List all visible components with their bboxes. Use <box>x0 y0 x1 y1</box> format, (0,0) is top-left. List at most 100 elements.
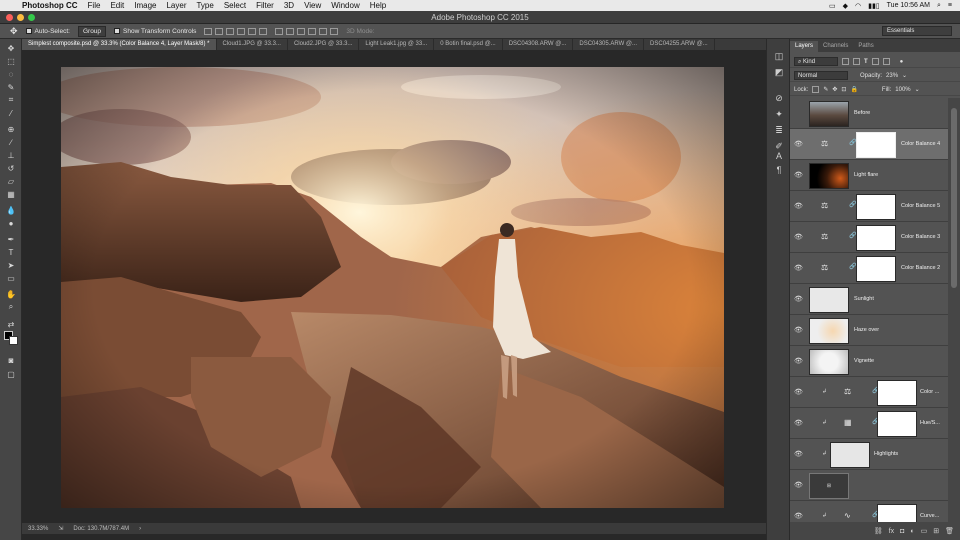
layer-name[interactable]: Curve... <box>920 513 939 519</box>
path-select-tool-icon[interactable]: ➤ <box>5 260 17 270</box>
layer-row-selected[interactable]: 👁 ⚖ 🔗 Color Balance 4 <box>790 129 948 160</box>
doc-tab[interactable]: 0 Botin final.psd @... <box>434 39 503 50</box>
layer-row[interactable]: 👁 ↲ ⚖ 🔗 Color ... <box>790 377 948 408</box>
marquee-tool-icon[interactable]: ⬚ <box>5 56 17 66</box>
align-right-icon[interactable] <box>259 27 268 35</box>
layer-row[interactable]: 👁 ⊞ <box>790 470 948 501</box>
lock-position-icon[interactable]: ✥ <box>832 86 837 93</box>
filter-pixel-icon[interactable] <box>842 58 849 65</box>
export-icon[interactable]: ⇲ <box>58 525 63 532</box>
gradient-tool-icon[interactable]: ▦ <box>5 189 17 199</box>
filter-adjustment-icon[interactable] <box>853 58 860 65</box>
status-menu-arrow-icon[interactable]: › <box>139 526 141 532</box>
quick-select-tool-icon[interactable]: ✎ <box>5 82 17 92</box>
paragraph-panel-icon[interactable]: ¶ <box>773 164 785 176</box>
new-layer-icon[interactable]: ⊞ <box>933 527 939 535</box>
layer-name[interactable]: Hue/S... <box>920 420 940 426</box>
shape-tool-icon[interactable]: ▭ <box>5 273 17 283</box>
swap-colors-icon[interactable]: ⇄ <box>5 319 17 329</box>
brush-tool-icon[interactable]: ∕ <box>5 137 17 147</box>
visibility-eye-icon[interactable]: 👁 <box>794 233 804 242</box>
visibility-eye-icon[interactable]: 👁 <box>794 171 804 180</box>
layer-list-scrollbar[interactable] <box>948 98 960 522</box>
layer-name[interactable]: Color ... <box>920 389 939 395</box>
doc-tab[interactable]: DSC04308.ARW @... <box>503 39 574 50</box>
menu-view[interactable]: View <box>304 1 321 10</box>
layer-name[interactable]: Haze over <box>854 327 879 333</box>
layer-row[interactable]: 👁 ⚖ 🔗 Color Balance 5 <box>790 191 948 222</box>
visibility-eye-icon[interactable]: 👁 <box>794 419 804 428</box>
layer-mask-thumbnail[interactable] <box>877 380 917 406</box>
visibility-eye-icon[interactable]: 👁 <box>794 326 804 335</box>
layer-row[interactable]: 👁 Sunlight <box>790 284 948 315</box>
layer-name[interactable]: Highlights <box>874 451 898 457</box>
align-top-icon[interactable] <box>204 27 213 35</box>
filter-type-icon[interactable]: T <box>864 59 868 65</box>
new-adjustment-icon[interactable]: ◐ <box>910 528 914 535</box>
filter-shape-icon[interactable] <box>871 58 879 65</box>
visibility-eye-icon[interactable]: 👁 <box>794 295 804 304</box>
move-tool-icon[interactable]: ✥ <box>10 26 18 37</box>
layer-mask-thumbnail[interactable] <box>856 132 896 158</box>
zoom-level[interactable]: 33.33% <box>28 526 48 532</box>
workspace-dropdown[interactable]: Essentials <box>882 26 952 36</box>
menu-file[interactable]: File <box>88 1 101 10</box>
quick-mask-icon[interactable]: ◙ <box>5 355 17 365</box>
pen-tool-icon[interactable]: ✒ <box>5 234 17 244</box>
layer-mask-thumbnail[interactable] <box>856 256 896 282</box>
menu-clock[interactable]: Tue 10:56 AM <box>887 2 930 9</box>
lasso-tool-icon[interactable]: ◌ <box>5 69 17 79</box>
list-icon[interactable]: ≡ <box>948 2 952 9</box>
layer-row[interactable]: 👁 ↲ ▦ 🔗 Hue/S... <box>790 408 948 439</box>
layer-name[interactable]: Vignette <box>854 358 874 364</box>
visibility-eye-icon[interactable]: 👁 <box>794 450 804 459</box>
distribute-top-icon[interactable] <box>275 27 284 35</box>
type-tool-icon[interactable]: T <box>5 247 17 257</box>
layer-name[interactable]: Color Balance 4 <box>901 141 940 147</box>
layer-row[interactable]: 👁 ↲ ∿ 🔗 Curve... <box>790 501 948 522</box>
doc-tab[interactable]: Light Leak1.jpg @ 33... <box>359 39 435 50</box>
menu-app-name[interactable]: Photoshop CC <box>22 1 78 10</box>
visibility-eye-icon[interactable]: 👁 <box>794 512 804 521</box>
visibility-eye-icon[interactable]: 👁 <box>794 202 804 211</box>
menu-3d[interactable]: 3D <box>284 1 294 10</box>
history-brush-tool-icon[interactable]: ↺ <box>5 163 17 173</box>
battery-icon[interactable]: ▮▮▯ <box>868 2 880 10</box>
visibility-eye-icon[interactable]: 👁 <box>794 481 804 490</box>
layer-mask-thumbnail[interactable] <box>856 194 896 220</box>
menu-image[interactable]: Image <box>134 1 156 10</box>
visibility-eye-icon[interactable]: 👁 <box>794 264 804 273</box>
distribute-left-icon[interactable] <box>308 27 317 35</box>
wifi-icon[interactable]: ◠ <box>855 2 861 10</box>
menu-edit[interactable]: Edit <box>110 1 124 10</box>
kind-filter-dropdown[interactable]: ⌕ Kind <box>794 57 838 66</box>
new-group-folder-icon[interactable]: ▭ <box>921 527 928 535</box>
add-mask-icon[interactable]: ◘ <box>900 528 904 535</box>
auto-select-dropdown[interactable]: Group <box>77 25 107 37</box>
hand-tool-icon[interactable]: ✋ <box>5 289 17 299</box>
align-left-icon[interactable] <box>237 27 246 35</box>
layer-name[interactable]: Sunlight <box>854 296 874 302</box>
doc-tab[interactable]: DSC04305.ARW @... <box>573 39 645 50</box>
align-center-icon[interactable] <box>248 27 257 35</box>
layer-name[interactable]: Before <box>854 110 870 116</box>
blend-mode-dropdown[interactable]: Normal <box>794 71 848 80</box>
trash-icon[interactable]: 🗑 <box>945 527 954 535</box>
distribute-center-icon[interactable] <box>319 27 328 35</box>
screen-icon[interactable]: ▭ <box>829 2 836 10</box>
visibility-eye-icon[interactable]: 👁 <box>794 140 804 149</box>
minimize-window-button[interactable] <box>17 14 24 21</box>
menu-window[interactable]: Window <box>331 1 359 10</box>
dropbox-icon[interactable]: ◆ <box>843 2 848 10</box>
doc-tab[interactable]: DSC04255.ARW @... <box>644 39 715 50</box>
layer-row[interactable]: 👁 Vignette <box>790 346 948 377</box>
layer-name[interactable]: Color Balance 3 <box>901 234 940 240</box>
lock-transparent-icon[interactable] <box>812 86 820 93</box>
align-middle-icon[interactable] <box>215 27 224 35</box>
menu-help[interactable]: Help <box>370 1 386 10</box>
opacity-value[interactable]: 23% <box>886 73 898 79</box>
show-transform-checkbox[interactable]: Show Transform Controls <box>114 28 196 35</box>
blur-tool-icon[interactable]: 💧 <box>5 205 17 215</box>
layer-row[interactable]: Before <box>790 98 948 129</box>
fill-arrow-icon[interactable]: ⌄ <box>915 86 920 93</box>
